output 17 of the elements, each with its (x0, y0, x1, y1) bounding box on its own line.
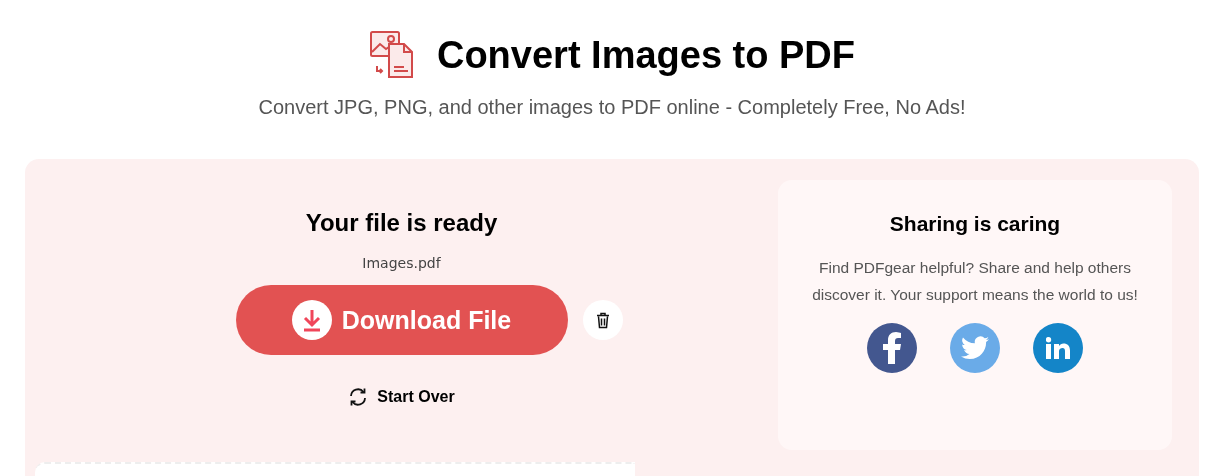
delete-button[interactable] (582, 300, 623, 340)
bird-icon (961, 336, 989, 360)
in-letters-icon (1046, 337, 1070, 359)
page-title: Convert Images to PDF (436, 33, 856, 77)
result-heading: Your file is ready (305, 209, 498, 237)
download-button[interactable]: Download File (235, 285, 568, 355)
share-text: Find PDFgear helpful? Share and help others discover it. Your support means the world to us! (811, 258, 1139, 305)
start-over-button[interactable]: Start Over (348, 387, 455, 407)
file-name: Images.pdf (362, 255, 441, 271)
trash-icon (595, 311, 610, 329)
download-icon (291, 300, 332, 340)
share-heading: Sharing is caring (889, 212, 1061, 236)
facebook-share-button[interactable] (867, 323, 917, 373)
linkedin-share-button[interactable] (1033, 323, 1083, 373)
refresh-icon (348, 387, 369, 407)
f-letter-icon (882, 332, 902, 364)
page-subtitle: Convert JPG, PNG, and other images to PDF online - Completely Free, No Ads! (258, 96, 966, 119)
